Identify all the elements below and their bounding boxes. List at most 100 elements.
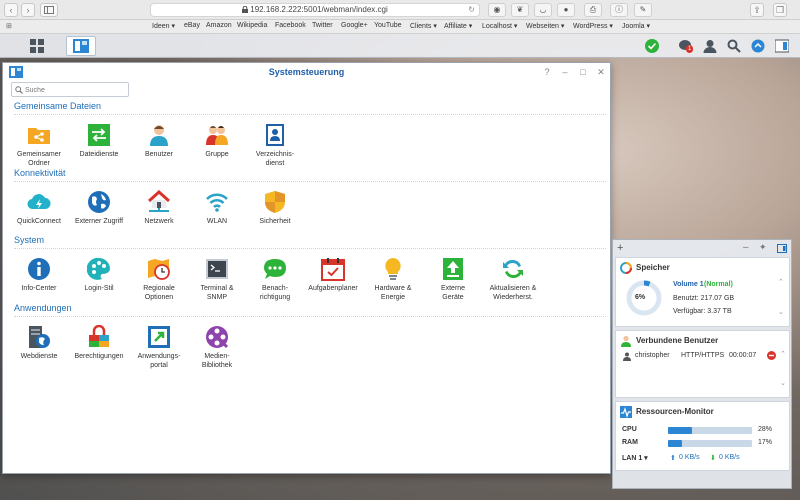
collapse-icon[interactable]: ⌃	[778, 278, 784, 286]
app-file-services[interactable]: Dateidienste	[69, 123, 129, 159]
lan-selector[interactable]: LAN 1 ▾	[622, 454, 648, 462]
bookmark-youtube[interactable]: YouTube	[374, 22, 402, 29]
app-permissions[interactable]: Berechtigungen	[69, 325, 129, 361]
bookmark-googleplus[interactable]: Google+	[341, 22, 368, 29]
address-bar[interactable]: 192.168.2.222:5001/webman/index.cgi ↻	[150, 3, 480, 17]
bookmark-wordpress[interactable]: WordPress ▾	[573, 22, 613, 30]
app-shared-folder[interactable]: Gemeinsamer Ordner	[9, 123, 69, 168]
maximize-button[interactable]: □	[577, 66, 589, 78]
extension-button-4[interactable]: ●	[557, 3, 575, 17]
status-ok-icon[interactable]	[645, 39, 659, 53]
tabs-icon: ❐	[775, 5, 785, 15]
search-input[interactable]	[25, 84, 125, 96]
extension-button-5[interactable]: ⎙	[584, 3, 602, 17]
expand-icon[interactable]: ⌄	[778, 308, 784, 316]
app-wlan[interactable]: WLAN	[187, 190, 247, 226]
bookmark-localhost[interactable]: Localhost ▾	[482, 22, 517, 30]
section-title-connectivity: Konnektivität	[14, 168, 66, 178]
sidebar-toggle-button[interactable]	[40, 3, 58, 17]
forward-button[interactable]: ›	[21, 3, 35, 17]
app-group[interactable]: Gruppe	[187, 123, 247, 159]
cpu-usage-fill	[668, 427, 692, 434]
app-user[interactable]: Benutzer	[129, 123, 189, 159]
extension-button-6[interactable]: ⓘ	[610, 3, 628, 17]
wifi-icon	[206, 193, 228, 212]
section-title-system: System	[14, 235, 45, 245]
app-label-line1: Externer Zugriff	[74, 218, 124, 225]
extension-button-2[interactable]: ❦	[511, 3, 529, 17]
app-label-line1: Netzwerk	[144, 218, 174, 225]
help-button[interactable]: ?	[541, 66, 553, 78]
taskbar-control-panel[interactable]	[66, 36, 96, 56]
pin-icon[interactable]: ✦	[759, 242, 767, 253]
bookmark-amazon[interactable]: Amazon	[206, 22, 232, 29]
reload-icon[interactable]: ↻	[468, 4, 475, 16]
app-terminal-snmp[interactable]: Terminal & SNMP	[187, 257, 247, 302]
app-directory-service[interactable]: Verzeichnis-dienst	[245, 123, 305, 168]
bookmark-joomla[interactable]: Joomla ▾	[622, 22, 650, 30]
user-row-icon	[623, 352, 631, 361]
bookmark-affiliate[interactable]: Affiliate ▾	[444, 22, 472, 30]
app-application-portal[interactable]: Anwendungs-portal	[129, 325, 189, 370]
panel-layout-icon[interactable]	[777, 244, 787, 253]
app-label-line1: WLAN	[206, 218, 228, 225]
shield-icon	[265, 191, 285, 213]
app-regional-options[interactable]: Regionale Optionen	[129, 257, 189, 302]
calendar-icon	[321, 258, 345, 281]
close-button[interactable]: ✕	[595, 66, 607, 78]
bookmark-wikipedia[interactable]: Wikipedia	[237, 22, 267, 29]
minimize-panel-icon[interactable]: –	[743, 242, 749, 253]
disconnect-user-icon[interactable]	[767, 351, 776, 360]
bookmark-twitter[interactable]: Twitter	[312, 22, 333, 29]
ghostery-icon: ●	[563, 5, 569, 14]
app-external-access[interactable]: Externer Zugriff	[69, 190, 129, 226]
app-quickconnect[interactable]: QuickConnect	[9, 190, 69, 226]
app-label-line1: QuickConnect	[17, 218, 61, 225]
search-field[interactable]	[11, 82, 129, 97]
extension-button-7[interactable]: ✎	[634, 3, 652, 17]
collapse-icon[interactable]: ⌃	[780, 350, 786, 358]
app-label-line1: Aufgabenplaner	[308, 285, 358, 292]
bookmark-webseiten[interactable]: Webseiten ▾	[526, 22, 564, 30]
extension-button-1[interactable]: ◉	[488, 3, 506, 17]
tabs-button[interactable]: ❐	[773, 3, 787, 17]
section-divider	[14, 316, 606, 317]
app-notification[interactable]: Benach-richtigung	[245, 257, 305, 302]
app-media-library[interactable]: Medien- Bibliothek	[187, 325, 247, 370]
upload-arrow-icon: ⬆	[670, 455, 676, 462]
download-rate: 0 KB/s	[719, 454, 740, 461]
app-label-line2: dienst	[265, 160, 285, 167]
app-label-line2: Optionen	[144, 294, 174, 301]
main-menu-button[interactable]	[22, 36, 52, 56]
extension-button-3[interactable]: ◡	[534, 3, 552, 17]
widgets-toggle-icon[interactable]	[775, 39, 789, 53]
bookmark-ebay[interactable]: eBay	[184, 22, 200, 29]
options-icon[interactable]	[751, 39, 765, 53]
bookmark-clients[interactable]: Clients ▾	[410, 22, 437, 30]
app-label-line2: Geräte	[442, 294, 464, 301]
app-login-style[interactable]: Login-Stil	[69, 257, 129, 293]
app-update-restore[interactable]: Aktualisieren & Wiederherst.	[481, 257, 545, 302]
app-label-line1: Berechtigungen	[74, 353, 124, 360]
app-security[interactable]: Sicherheit	[245, 190, 305, 226]
shield-extension-icon: ◉	[493, 5, 501, 14]
search-icon[interactable]	[727, 39, 741, 53]
app-task-scheduler[interactable]: Aufgabenplaner	[303, 257, 363, 293]
bookmark-facebook[interactable]: Facebook	[275, 22, 306, 29]
app-hardware-energy[interactable]: Hardware & Energie	[363, 257, 423, 302]
window-title: Systemsteuerung	[268, 67, 345, 77]
minimize-button[interactable]: –	[559, 66, 571, 78]
app-info-center[interactable]: Info-Center	[9, 257, 69, 293]
app-external-devices[interactable]: Externe Geräte	[423, 257, 483, 302]
lock-icon	[242, 5, 249, 13]
app-network[interactable]: Netzwerk	[129, 190, 189, 226]
share-button[interactable]: ⇪	[750, 3, 764, 17]
add-widget-button[interactable]: +	[617, 242, 623, 254]
user-menu-icon[interactable]	[703, 39, 717, 53]
apps-grid-icon[interactable]: ⊞	[6, 22, 12, 30]
expand-icon[interactable]: ⌄	[780, 379, 786, 387]
storage-free: Verfügbar: 3.37 TB	[673, 308, 732, 315]
bookmark-ideen[interactable]: Ideen ▾	[152, 22, 175, 30]
back-button[interactable]: ‹	[4, 3, 18, 17]
app-web-services[interactable]: Webdienste	[9, 325, 69, 361]
